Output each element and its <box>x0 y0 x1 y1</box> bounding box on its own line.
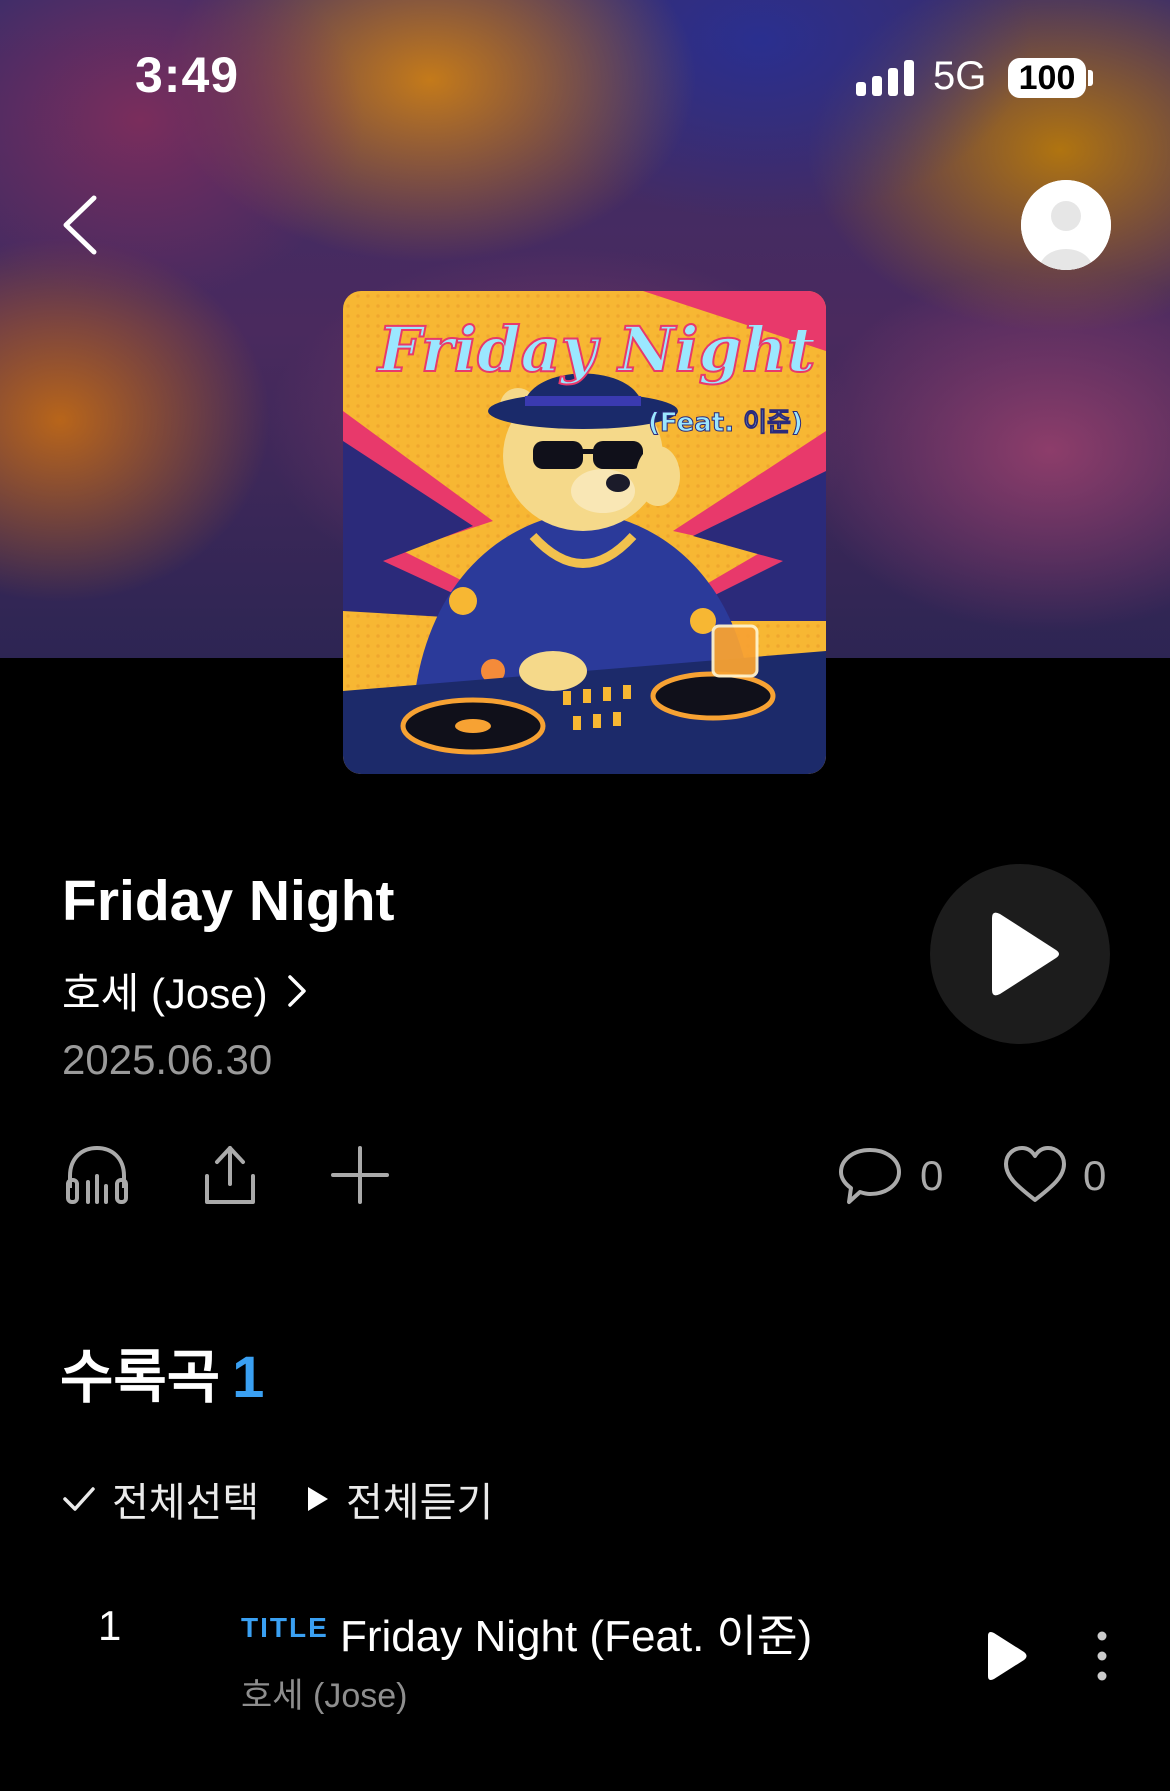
track-controls: 전체선택 전체듣기 <box>0 1470 1170 1530</box>
check-icon <box>63 1487 95 1511</box>
listen-button[interactable] <box>62 1140 132 1210</box>
select-all-label: 전체선택 <box>112 1481 260 1525</box>
more-vertical-icon <box>1097 1631 1107 1681</box>
artist-link[interactable]: 호세 (Jose) <box>62 960 308 1021</box>
play-icon <box>988 1632 1027 1680</box>
status-time: 3:49 <box>135 47 240 103</box>
network-type: 5G <box>933 54 987 98</box>
track-row[interactable]: 1 TITLE Friday Night (Feat. 이준) 호세 (Jose… <box>0 1590 1170 1720</box>
chevron-right-icon <box>287 974 306 1007</box>
album-cover: Friday Night (Feat. 이준) <box>343 291 826 774</box>
track-play-button[interactable] <box>980 1626 1030 1686</box>
tracks-section-title: 수록곡 1 <box>60 1330 264 1414</box>
status-bar: 3:49 5G 100 <box>0 0 1170 150</box>
like-count: 0 <box>1083 1152 1107 1199</box>
artist-name: 호세 (Jose) <box>62 970 268 1017</box>
plus-icon <box>331 1146 389 1204</box>
headphones-icon <box>66 1145 128 1204</box>
add-to-playlist-button[interactable] <box>325 1140 395 1210</box>
battery-tip <box>1088 70 1093 86</box>
track-title: Friday Night (Feat. 이준) <box>340 1612 813 1661</box>
cover-title-text: Friday Night <box>376 313 816 386</box>
avatar-icon <box>1021 180 1111 270</box>
title-track-badge: TITLE <box>241 1612 329 1643</box>
release-date: 2025.06.30 <box>62 1036 273 1083</box>
play-icon <box>308 1487 328 1511</box>
chevron-left-icon <box>63 195 97 255</box>
back-button[interactable] <box>56 190 116 260</box>
comment-count: 0 <box>920 1152 944 1199</box>
track-number: 1 <box>98 1602 122 1649</box>
cover-feat-text: (Feat. 이준) <box>648 408 803 438</box>
tracks-count: 1 <box>232 1345 265 1410</box>
battery-icon: 100 <box>1008 58 1086 98</box>
track-artist: 호세 (Jose) <box>241 1677 408 1715</box>
like-button[interactable] <box>1000 1140 1070 1210</box>
signal-icon <box>856 60 916 96</box>
album-title: Friday Night <box>62 869 395 933</box>
action-row: 0 0 <box>0 1140 1170 1220</box>
play-all-button[interactable]: 전체듣기 <box>304 1470 493 1528</box>
play-all-label: 전체듣기 <box>346 1481 494 1525</box>
track-more-button[interactable] <box>1090 1626 1114 1686</box>
comment-icon <box>839 1148 901 1204</box>
play-album-button[interactable] <box>930 864 1110 1044</box>
select-all-button[interactable]: 전체선택 <box>62 1470 259 1528</box>
tracks-section-label: 수록곡 <box>60 1345 221 1410</box>
heart-icon <box>1004 1146 1066 1202</box>
play-icon <box>992 912 1059 996</box>
share-icon <box>205 1146 255 1204</box>
profile-avatar-button[interactable] <box>1021 180 1111 270</box>
comment-button[interactable] <box>835 1140 905 1210</box>
share-button[interactable] <box>195 1140 265 1210</box>
